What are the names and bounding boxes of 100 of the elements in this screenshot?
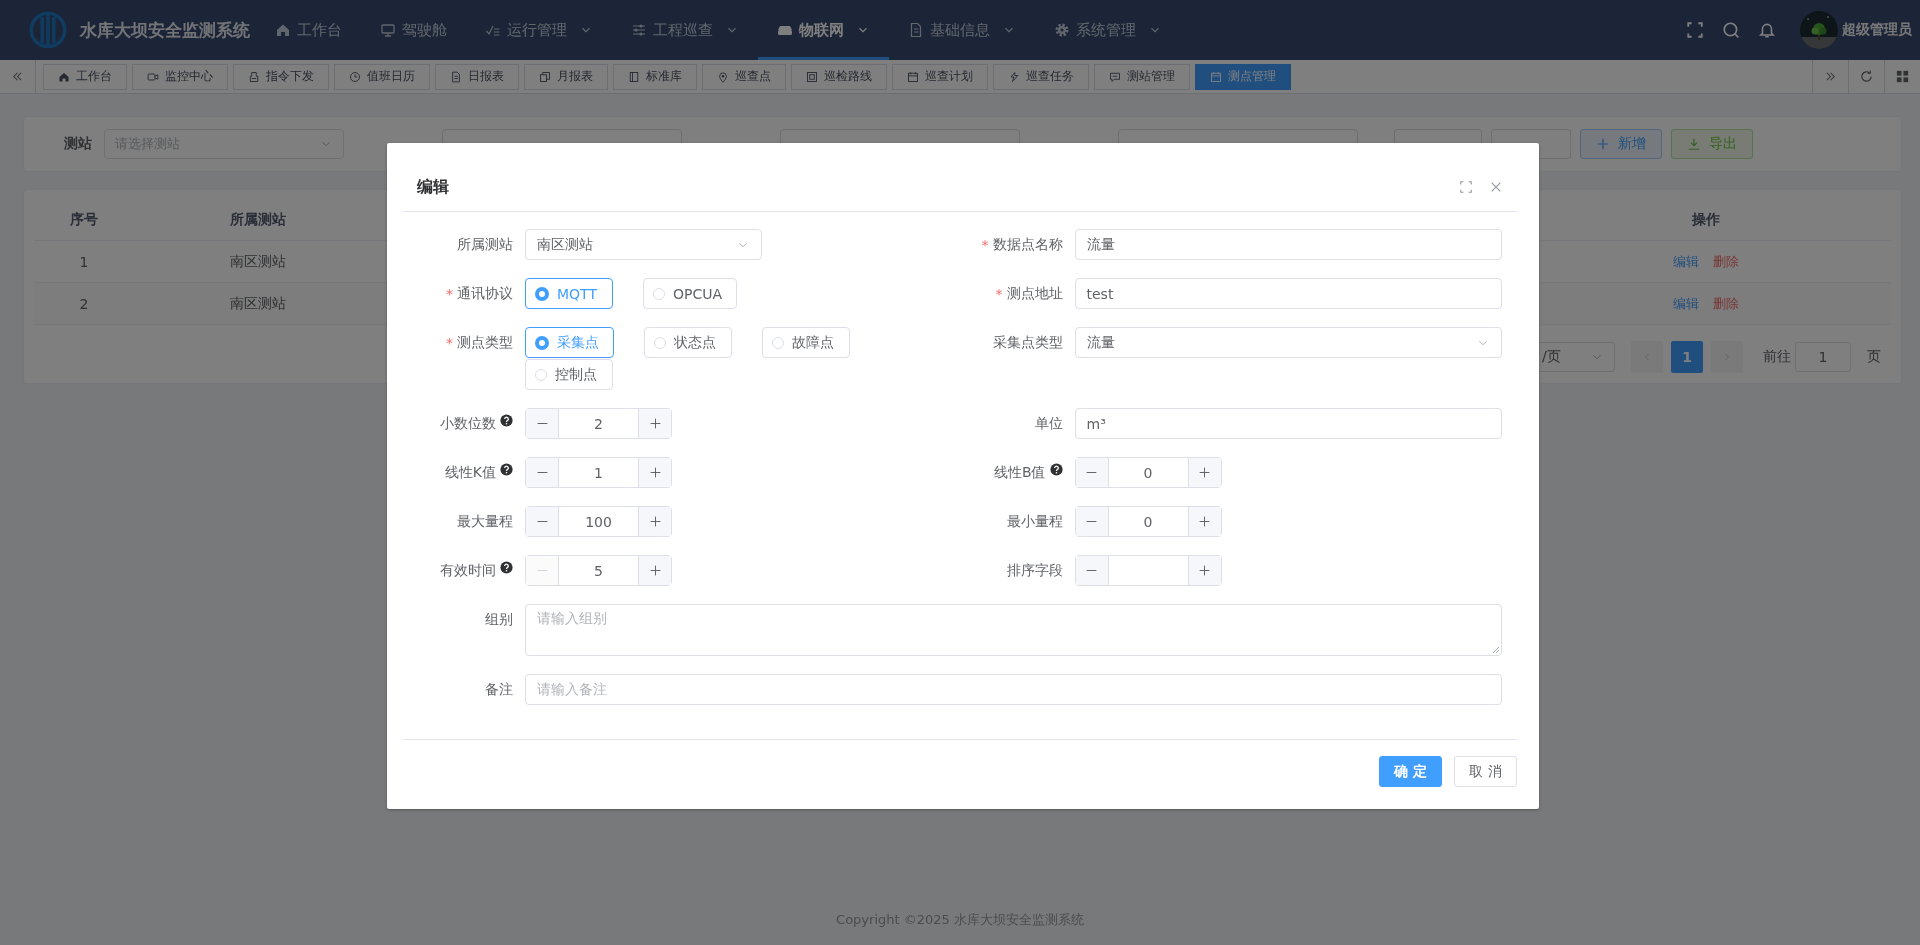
- nav-item[interactable]: 工程巡查: [612, 0, 758, 60]
- delete-link[interactable]: 删除: [1713, 294, 1739, 313]
- page-tab[interactable]: 测点管理: [1195, 63, 1291, 90]
- confirm-button[interactable]: 确 定: [1379, 756, 1442, 787]
- edit-link[interactable]: 编辑: [1673, 294, 1699, 313]
- chat-icon: [1109, 70, 1121, 83]
- column-header: 操作: [1691, 211, 1721, 229]
- required-mark: *: [446, 334, 453, 351]
- settings-icon: [1054, 22, 1070, 38]
- plus-icon: [648, 515, 662, 528]
- text-area[interactable]: 请输入组别: [525, 604, 1502, 656]
- close-icon[interactable]: [1489, 180, 1503, 194]
- page-tab[interactable]: 日报表: [435, 63, 519, 90]
- required-mark: *: [446, 285, 453, 302]
- decrease-button[interactable]: [1075, 507, 1109, 536]
- page-tab[interactable]: 巡检路线: [791, 63, 887, 90]
- radio-option[interactable]: 故障点: [762, 327, 850, 358]
- number-field[interactable]: 0: [1074, 506, 1222, 537]
- field-label: 所属测站: [457, 235, 513, 254]
- plus-icon: [1198, 466, 1211, 479]
- radio-option[interactable]: 状态点: [644, 327, 732, 358]
- user-name[interactable]: 超级管理员: [1842, 21, 1912, 39]
- field-label: 单位: [1034, 414, 1063, 433]
- number-field[interactable]: 0: [1074, 457, 1222, 488]
- increase-button[interactable]: [638, 409, 671, 438]
- bell-icon[interactable]: [1758, 21, 1776, 39]
- decrease-button[interactable]: [1075, 556, 1109, 585]
- input-field[interactable]: test: [1074, 278, 1502, 309]
- download-icon: [1687, 137, 1701, 151]
- page-tab[interactable]: 月报表: [524, 63, 608, 90]
- delete-link[interactable]: 删除: [1713, 252, 1739, 271]
- plus-icon: [648, 417, 662, 430]
- page-tab[interactable]: 值班日历: [334, 63, 430, 90]
- app-title: 水库大坝安全监测系统: [80, 18, 250, 42]
- copy-icon: [539, 70, 551, 83]
- number-field[interactable]: 5: [525, 555, 672, 586]
- plus-icon: [648, 466, 662, 479]
- decrease-button[interactable]: [526, 458, 559, 487]
- field-label: 最小量程: [1006, 512, 1063, 531]
- radio-option[interactable]: 控制点: [525, 359, 613, 390]
- page-tab[interactable]: 巡查点: [702, 63, 786, 90]
- edit-link[interactable]: 编辑: [1673, 252, 1699, 271]
- number-field[interactable]: 1: [525, 457, 672, 488]
- radio-option[interactable]: 采集点: [525, 327, 614, 358]
- field-label: 组别: [485, 610, 513, 629]
- input-field[interactable]: 流量: [1074, 229, 1502, 260]
- number-field[interactable]: [1074, 555, 1222, 586]
- column-header: 序号: [69, 211, 99, 229]
- required-mark: *: [981, 236, 989, 253]
- page-tab[interactable]: 监控中心: [132, 63, 228, 90]
- increase-button[interactable]: [1187, 507, 1221, 536]
- select-field[interactable]: 南区测站: [525, 229, 762, 260]
- field-label: 测站: [63, 135, 93, 153]
- dialog-title: 编辑: [417, 176, 449, 198]
- resize-grip-icon[interactable]: [1492, 646, 1500, 654]
- search-icon[interactable]: [1722, 21, 1740, 39]
- decrease-button[interactable]: [526, 507, 559, 536]
- decrease-button[interactable]: [1075, 458, 1109, 487]
- number-field[interactable]: 2: [525, 408, 672, 439]
- nav-item[interactable]: 驾驶舱: [361, 0, 466, 60]
- increase-button[interactable]: [1187, 556, 1221, 585]
- nav-item[interactable]: 系统管理: [1035, 0, 1181, 60]
- field-label: 测点类型: [457, 333, 513, 352]
- increase-button[interactable]: [638, 458, 671, 487]
- cancel-button[interactable]: 取 消: [1454, 756, 1517, 787]
- table-cell-text: 南区测站: [228, 252, 287, 271]
- document-icon: [908, 22, 924, 38]
- number-field[interactable]: 100: [525, 506, 672, 537]
- grid-icon: [1895, 69, 1910, 84]
- increase-button[interactable]: [638, 507, 671, 536]
- page-tab[interactable]: 标准库: [613, 63, 697, 90]
- fullscreen-icon[interactable]: [1459, 180, 1473, 194]
- nav-item[interactable]: 基础信息: [889, 0, 1035, 60]
- page-number[interactable]: 1: [1671, 341, 1703, 373]
- page-tab[interactable]: 工作台: [43, 63, 127, 90]
- plus-icon: [1596, 137, 1610, 151]
- page-input[interactable]: 1: [1795, 342, 1851, 372]
- decrease-button[interactable]: [526, 409, 559, 438]
- select-field[interactable]: 流量: [1074, 327, 1502, 358]
- calendar-icon: [1210, 70, 1222, 83]
- page-tab[interactable]: 测站管理: [1094, 63, 1190, 90]
- radio-option[interactable]: OPCUA: [643, 278, 738, 309]
- nav-item[interactable]: 工作台: [256, 0, 361, 60]
- plus-icon: [1198, 515, 1211, 528]
- table-cell-text: 1: [78, 253, 90, 270]
- page-tab[interactable]: 指令下发: [233, 63, 329, 90]
- page-tab[interactable]: 巡查任务: [993, 63, 1089, 90]
- field-label: 线性K值: [444, 463, 496, 482]
- add-button[interactable]: 新增: [1580, 129, 1662, 159]
- field-label: 小数位数: [440, 414, 496, 433]
- page-tab[interactable]: 巡查计划: [892, 63, 988, 90]
- sliders-icon: [631, 22, 647, 38]
- goto-label: 前往: [1763, 348, 1791, 366]
- increase-button[interactable]: [638, 556, 671, 585]
- home-icon: [58, 70, 70, 83]
- increase-button[interactable]: [1187, 458, 1221, 487]
- radio-option[interactable]: MQTT: [525, 278, 613, 309]
- nav-item[interactable]: 运行管理: [466, 0, 612, 60]
- input-field[interactable]: m³: [1074, 408, 1502, 439]
- input-field[interactable]: 请输入备注: [525, 674, 1502, 705]
